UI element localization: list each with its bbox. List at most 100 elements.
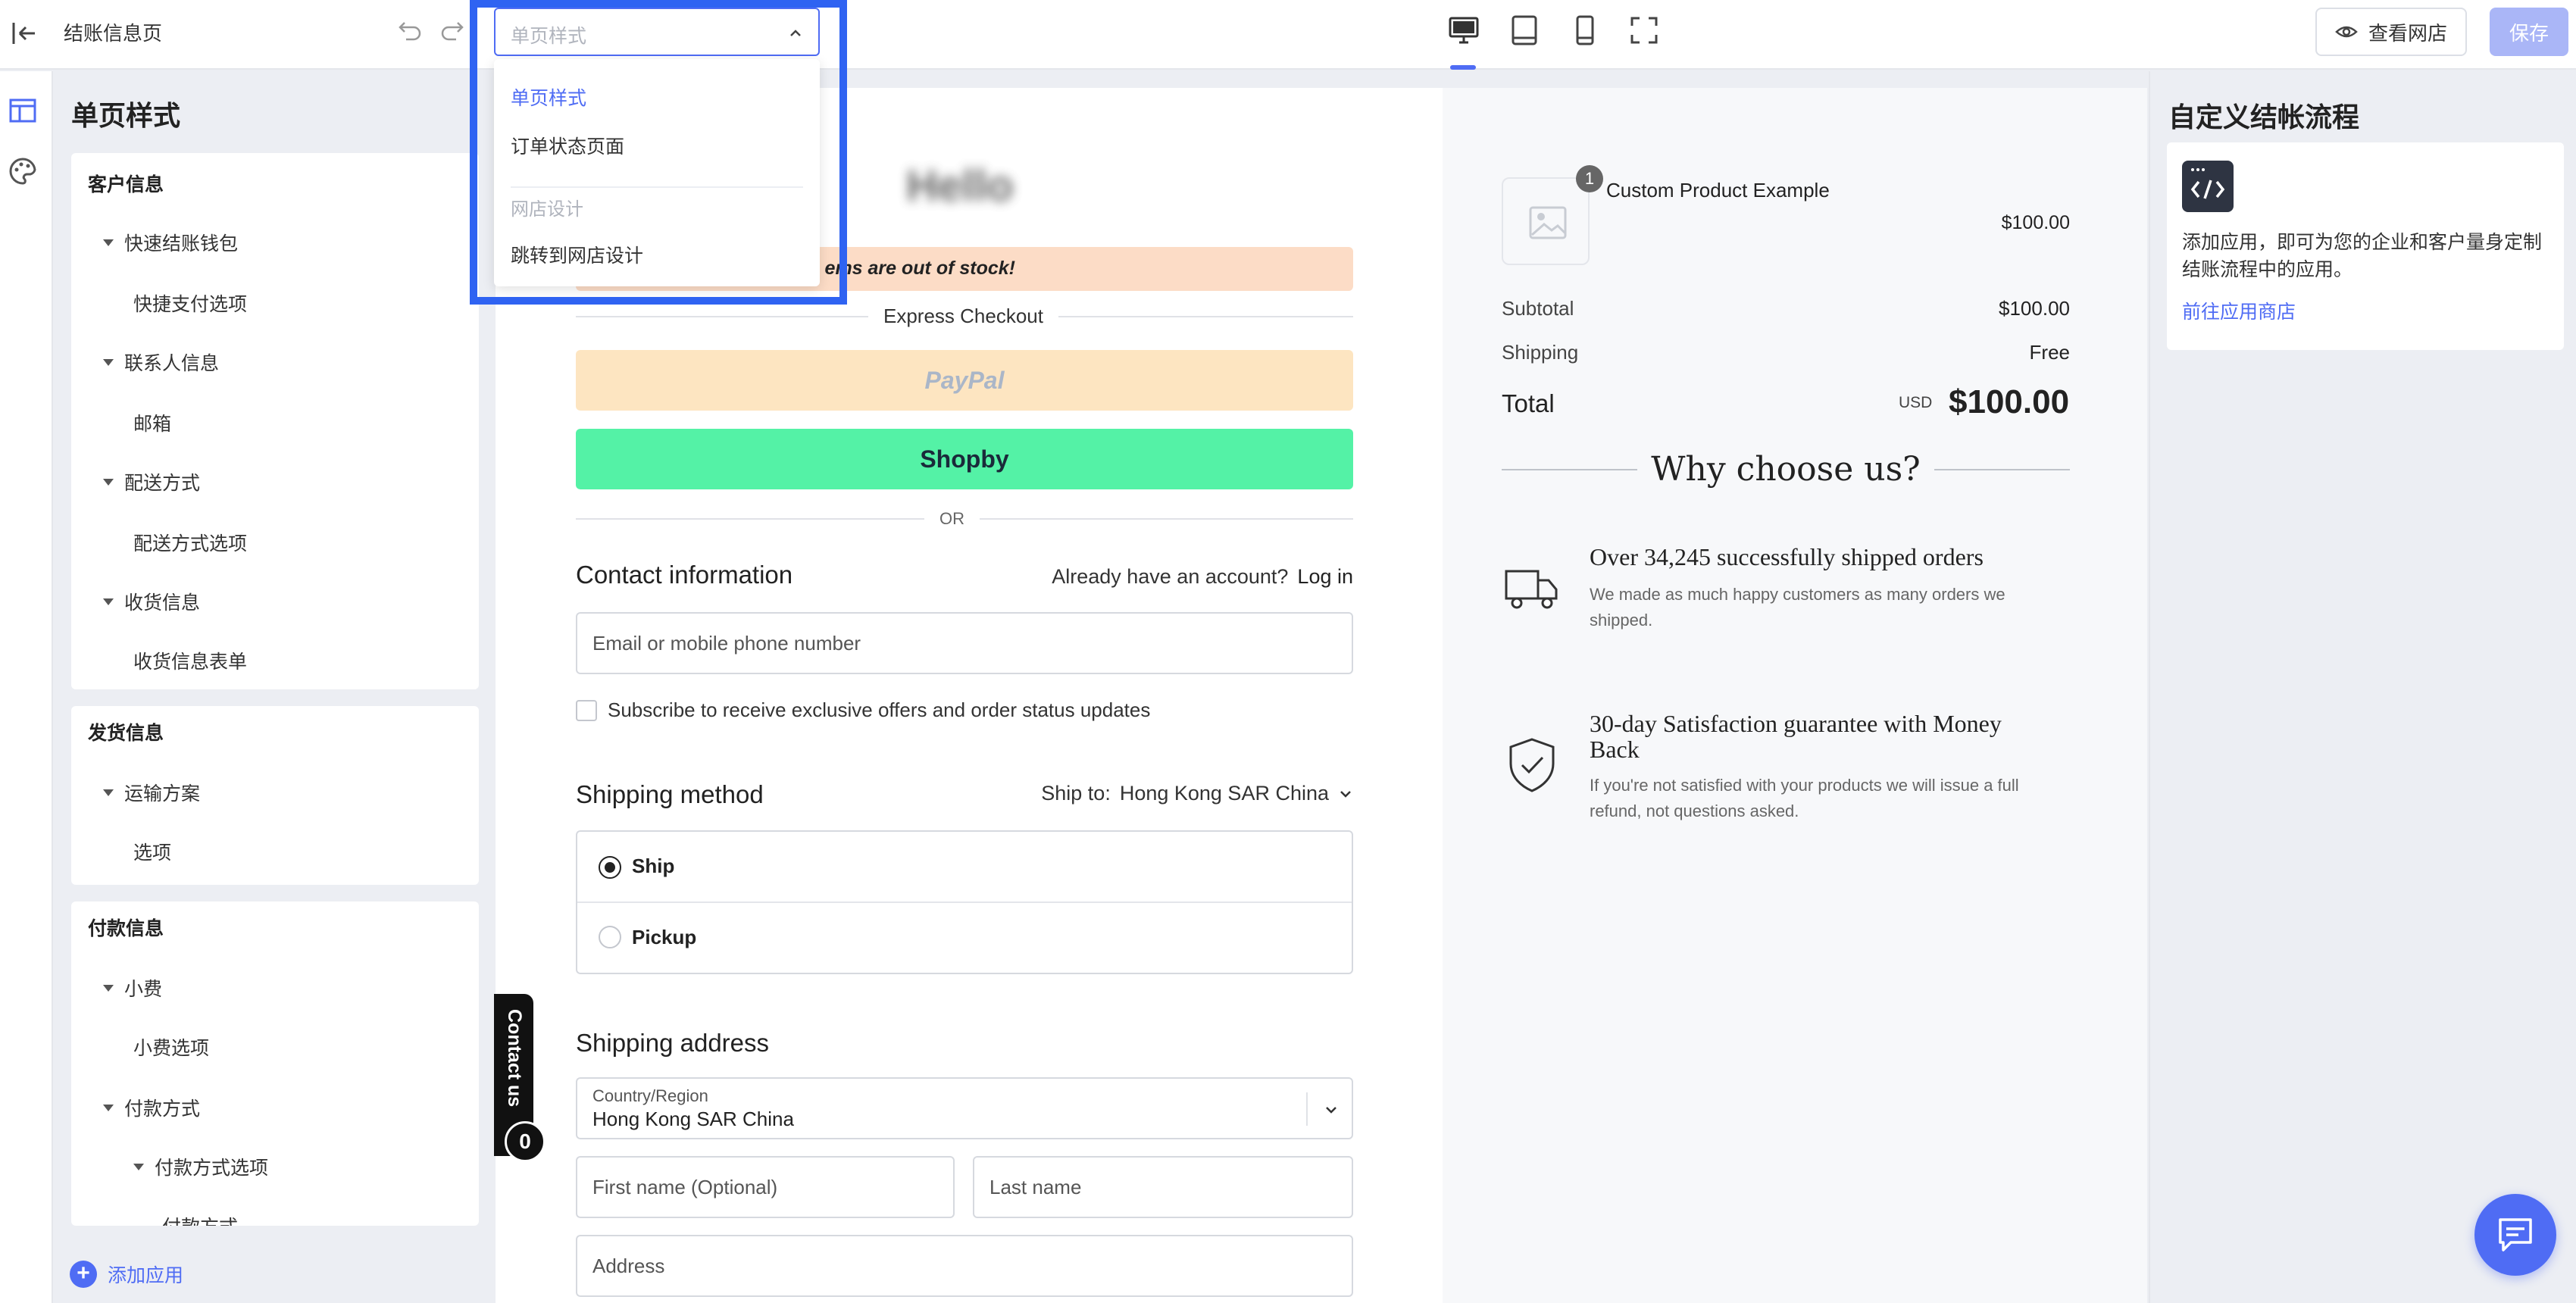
divider-line <box>576 315 868 317</box>
product-price: $100.00 <box>2001 212 2070 233</box>
tree-item[interactable]: 小费选项 <box>133 1033 209 1061</box>
country-label: Country/Region <box>592 1086 708 1105</box>
tree-item[interactable]: 快捷支付选项 <box>133 289 247 317</box>
plus-icon: + <box>70 1261 97 1288</box>
order-summary <box>1443 88 2147 1303</box>
address-placeholder: Address <box>592 1255 665 1277</box>
mobile-view-icon[interactable] <box>1568 14 1602 47</box>
image-placeholder-icon <box>1529 206 1567 239</box>
desktop-view-icon[interactable] <box>1447 14 1480 47</box>
add-app-label: 添加应用 <box>108 1265 184 1286</box>
caret-down-icon <box>103 984 114 992</box>
shipping-method-title: Shipping method <box>576 780 764 808</box>
address-field[interactable]: Address <box>576 1235 1353 1297</box>
tree-item-label: 配送方式 <box>124 473 201 494</box>
have-account-text: Already have an account? <box>1052 565 1289 588</box>
tree-item[interactable]: 付款方式选项 <box>133 1153 268 1180</box>
tree-item[interactable]: 配送方式 <box>103 468 200 495</box>
caret-down-icon <box>103 478 114 486</box>
tree-item-label: 付款方式 <box>162 1212 238 1226</box>
email-field[interactable]: Email or mobile phone number <box>576 612 1353 674</box>
email-placeholder: Email or mobile phone number <box>592 632 861 655</box>
subtotal-value: $100.00 <box>1999 297 2070 320</box>
caret-down-icon <box>133 1163 144 1170</box>
ship-radio[interactable] <box>599 856 621 879</box>
tree-item-label: 付款方式 <box>124 1098 201 1120</box>
stock-warning-text: ems are out of stock! <box>824 258 1015 279</box>
chevron-down-icon <box>1338 786 1353 801</box>
first-name-field[interactable]: First name (Optional) <box>576 1156 955 1218</box>
subscribe-checkbox[interactable] <box>576 700 597 721</box>
tree-item[interactable]: 付款方式 <box>103 1094 200 1121</box>
tree-item[interactable]: 付款方式 <box>162 1212 238 1226</box>
pickup-radio[interactable] <box>599 926 621 948</box>
tree-item[interactable]: 收货信息 <box>103 588 200 615</box>
app-store-link[interactable]: 前往应用商店 <box>2182 297 2296 324</box>
tree-item[interactable]: 邮箱 <box>133 409 171 436</box>
tree-item[interactable]: 联系人信息 <box>103 348 219 376</box>
last-name-field[interactable]: Last name <box>973 1156 1353 1218</box>
product-image <box>1502 177 1590 265</box>
tree-item-label: 联系人信息 <box>124 353 220 374</box>
tree-item[interactable]: 小费 <box>103 974 162 1001</box>
country-select[interactable]: Country/Region Hong Kong SAR China <box>576 1077 1353 1139</box>
tree-item-label: 选项 <box>133 842 172 864</box>
card-head: 付款信息 <box>88 918 164 939</box>
or-divider: OR <box>576 509 1353 529</box>
tree-item-label: 配送方式选项 <box>133 533 248 555</box>
login-link[interactable]: Log in <box>1297 565 1353 589</box>
tree-item-label: 快速结账钱包 <box>124 233 239 255</box>
layout-icon[interactable] <box>6 94 39 127</box>
chat-button[interactable] <box>2474 1194 2556 1276</box>
tree-item-label: 付款方式选项 <box>155 1158 269 1179</box>
total-value: $100.00 <box>1949 383 2070 420</box>
express-checkout-label: Express Checkout <box>883 305 1043 327</box>
highlight-frame <box>470 0 847 305</box>
tree-item[interactable]: 运输方案 <box>103 779 200 806</box>
contact-info-title: Contact information <box>576 561 793 589</box>
fullscreen-icon[interactable] <box>1627 14 1661 47</box>
shipping-options: Ship Pickup <box>576 830 1353 974</box>
total-currency: USD <box>1899 394 1933 411</box>
save-button[interactable]: 保存 <box>2490 8 2568 56</box>
select-separator <box>1306 1092 1308 1126</box>
ship-to-selector[interactable]: Ship to: Hong Kong SAR China <box>1041 782 1353 805</box>
subtotal-label: Subtotal <box>1502 297 1574 320</box>
store-logo: Hello <box>906 161 1014 211</box>
tree-item[interactable]: 快速结账钱包 <box>103 229 238 256</box>
caret-down-icon <box>103 789 114 796</box>
left-rail <box>0 71 53 1303</box>
tree-item-label: 运输方案 <box>124 783 201 805</box>
payment-info-card: 付款信息 小费 小费选项 付款方式 付款方式选项 付款方式 <box>71 901 479 1226</box>
eye-icon <box>2335 20 2358 43</box>
palette-icon[interactable] <box>6 155 39 188</box>
shipping-address-title: Shipping address <box>576 1029 770 1057</box>
shopby-button[interactable]: Shopby <box>576 429 1353 489</box>
divider-line <box>1502 468 1638 470</box>
ship-option-label: Ship <box>632 855 675 877</box>
tablet-view-icon[interactable] <box>1508 14 1541 47</box>
tree-item-label: 小费选项 <box>133 1038 210 1059</box>
caret-down-icon <box>103 239 114 246</box>
why-title: Why choose us? <box>1651 450 1921 489</box>
tree-item[interactable]: 收货信息表单 <box>133 647 247 674</box>
feature2-title: 30-day Satisfaction guarantee with Money… <box>1590 710 2002 763</box>
paypal-button[interactable]: PayPal <box>576 350 1353 411</box>
view-store-button[interactable]: 查看网店 <box>2315 8 2467 56</box>
redo-icon[interactable] <box>438 17 465 44</box>
ship-to-value: Hong Kong SAR China <box>1119 782 1329 805</box>
total-label: Total <box>1502 389 1555 417</box>
add-app-button[interactable]: + 添加应用 <box>70 1261 183 1288</box>
feature1-title: Over 34,245 successfully shipped orders <box>1590 543 1984 570</box>
tree-item-label: 收货信息 <box>124 592 201 614</box>
divider-line <box>980 518 1353 520</box>
or-label: OR <box>939 509 964 528</box>
tree-item[interactable]: 选项 <box>133 838 171 865</box>
feature1-desc: We made as much happy customers as many … <box>1590 585 2005 630</box>
tree-item-label: 邮箱 <box>133 414 172 435</box>
panel-title: 单页样式 <box>71 100 181 131</box>
tree-item-label: 快捷支付选项 <box>133 294 248 315</box>
undo-icon[interactable] <box>397 17 424 44</box>
tree-item[interactable]: 配送方式选项 <box>133 529 247 556</box>
exit-icon[interactable] <box>9 18 39 48</box>
